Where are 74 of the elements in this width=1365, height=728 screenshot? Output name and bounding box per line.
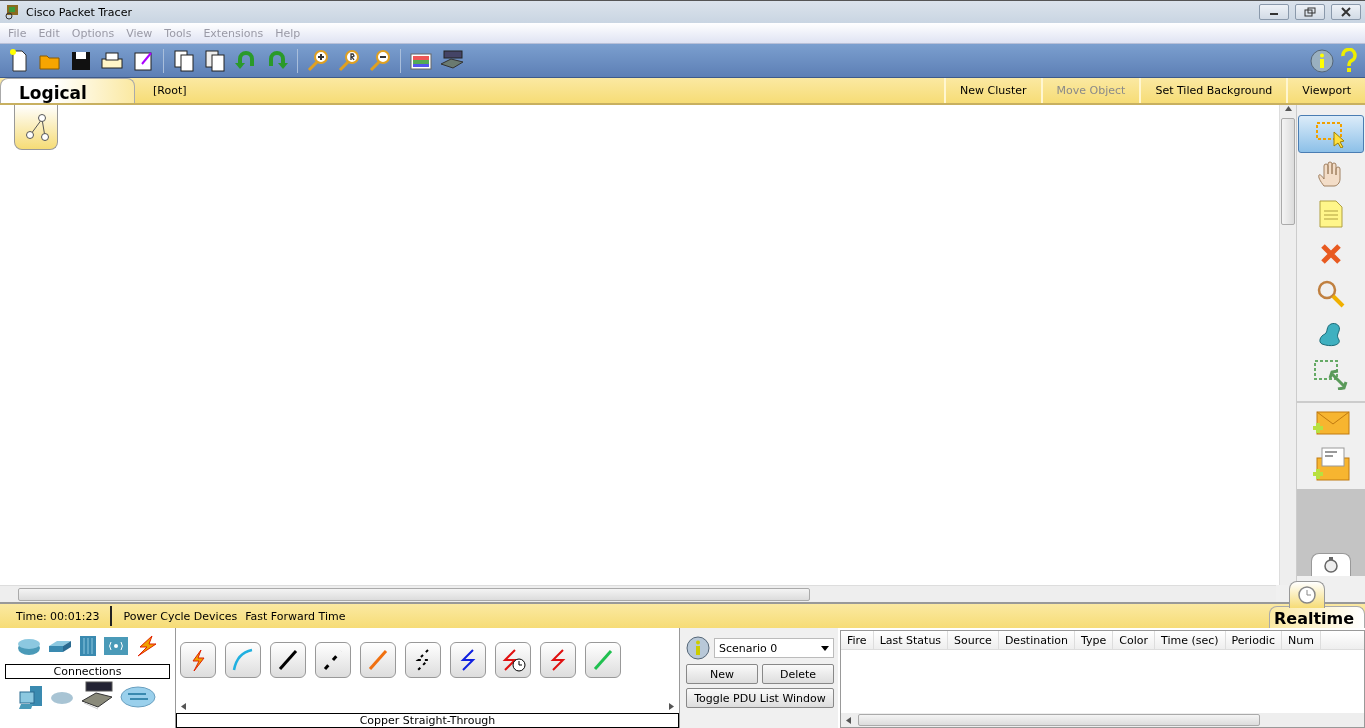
scroll-arrow-icon[interactable] bbox=[668, 702, 675, 710]
note-icon bbox=[1318, 199, 1344, 229]
scroll-arrow-icon[interactable] bbox=[845, 716, 852, 724]
logical-tab[interactable]: Logical bbox=[0, 78, 135, 103]
zoom-reset-icon[interactable] bbox=[336, 47, 362, 74]
column-header[interactable]: Source bbox=[948, 631, 999, 649]
stopwatch-icon bbox=[1322, 556, 1340, 574]
scenario-button[interactable]: New bbox=[686, 664, 758, 684]
cable-button[interactable] bbox=[315, 642, 351, 678]
close-icon bbox=[1340, 7, 1352, 17]
scenario-button[interactable]: Delete bbox=[762, 664, 834, 684]
copy-icon[interactable] bbox=[171, 47, 197, 74]
column-header[interactable]: Time (sec) bbox=[1155, 631, 1226, 649]
toolbar-action[interactable]: New Cluster bbox=[944, 78, 1041, 103]
computer-icon[interactable] bbox=[18, 684, 44, 710]
clock-icon bbox=[1297, 585, 1317, 605]
connection-label: Copper Straight-Through bbox=[176, 713, 679, 728]
column-header[interactable]: Periodic bbox=[1225, 631, 1282, 649]
wireless-device-icon[interactable] bbox=[102, 635, 129, 657]
column-header[interactable]: Last Status bbox=[873, 631, 949, 649]
caret-icon bbox=[821, 645, 829, 651]
zigzag-clock-icon bbox=[500, 647, 526, 673]
horizontal-scrollbar[interactable] bbox=[841, 713, 1364, 727]
scrollbar-thumb[interactable] bbox=[18, 587, 810, 601]
zoom-out-icon[interactable] bbox=[367, 47, 393, 74]
column-header[interactable]: Color bbox=[1113, 631, 1155, 649]
time-action[interactable]: Fast Forward Time bbox=[245, 609, 346, 623]
category-label: Connections bbox=[5, 664, 170, 679]
help-icon[interactable] bbox=[1339, 47, 1359, 74]
topology-icon[interactable] bbox=[14, 105, 58, 150]
realtime-tab[interactable]: Realtime bbox=[1269, 606, 1365, 628]
cable-button[interactable] bbox=[270, 642, 306, 678]
resize-icon bbox=[1312, 358, 1350, 390]
toolbar-action[interactable]: Set Tiled Background bbox=[1139, 78, 1287, 103]
column-header[interactable]: Type bbox=[1075, 631, 1114, 649]
time-action[interactable]: Power Cycle Devices bbox=[123, 609, 238, 623]
magnifier-icon bbox=[1315, 279, 1347, 309]
column-header[interactable]: Fire bbox=[841, 631, 874, 649]
hub-icon[interactable] bbox=[77, 634, 98, 658]
zoom-in-icon[interactable] bbox=[305, 47, 331, 74]
scrollbar-thumb[interactable] bbox=[858, 714, 1260, 726]
open-envelope-plus-icon bbox=[1311, 446, 1351, 482]
scenario-dropdown[interactable]: Scenario 0 bbox=[714, 638, 834, 658]
clock-tab[interactable] bbox=[1289, 581, 1325, 608]
cable-button[interactable] bbox=[495, 642, 531, 678]
paste-icon[interactable] bbox=[202, 47, 228, 74]
cable-button[interactable] bbox=[450, 642, 486, 678]
minimize-button[interactable] bbox=[1259, 4, 1289, 20]
cable-button[interactable] bbox=[405, 642, 441, 678]
app-logo-icon bbox=[4, 4, 20, 20]
delete-icon bbox=[1320, 243, 1342, 265]
horizontal-scrollbar[interactable] bbox=[0, 585, 1276, 602]
toolbar-action[interactable]: Viewport bbox=[1286, 78, 1365, 103]
restore-icon bbox=[1304, 7, 1316, 17]
simulation-time: Time: 00:01:23 bbox=[0, 606, 112, 626]
scrollbar-thumb[interactable] bbox=[1281, 118, 1295, 225]
breadcrumb-path: [Root] bbox=[153, 84, 188, 97]
toggle-pdu-list-button[interactable]: Toggle PDU List Window bbox=[686, 688, 834, 708]
scenario-value: Scenario 0 bbox=[719, 641, 778, 655]
cloud-icon[interactable] bbox=[119, 685, 157, 709]
stopwatch-tab[interactable] bbox=[1311, 553, 1351, 576]
column-header[interactable]: Destination bbox=[998, 631, 1075, 649]
switch-icon[interactable] bbox=[46, 638, 73, 654]
restore-button[interactable] bbox=[1295, 4, 1325, 20]
scroll-arrow-icon[interactable] bbox=[1284, 105, 1292, 112]
vertical-scrollbar[interactable] bbox=[1279, 105, 1296, 585]
info-icon[interactable] bbox=[686, 636, 710, 660]
tool-button[interactable] bbox=[1298, 115, 1364, 153]
router-icon[interactable] bbox=[15, 636, 42, 656]
column-header[interactable]: Num bbox=[1281, 631, 1321, 649]
info-icon[interactable] bbox=[1310, 48, 1334, 73]
close-button[interactable] bbox=[1331, 4, 1361, 20]
window-title: Cisco Packet Tracer bbox=[26, 5, 133, 19]
scroll-arrow-icon[interactable] bbox=[180, 702, 187, 710]
